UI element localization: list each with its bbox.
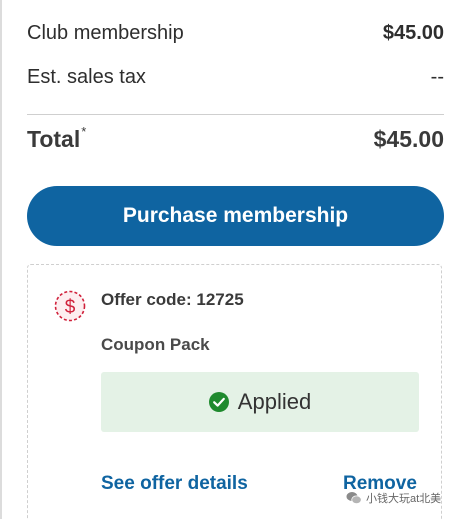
dollar-coupon-icon: $ [54,290,86,322]
svg-text:$: $ [65,297,76,318]
offer-code: Offer code: 12725 [101,290,244,309]
wechat-icon [346,492,362,505]
club-membership-price: $45.00 [382,22,444,44]
sales-tax-label: Est. sales tax [27,66,146,88]
summary-divider [27,114,444,115]
total-row: Total* $45.00 [27,124,444,153]
applied-status: Applied [101,372,419,432]
watermark: 小钱大玩at北美 [346,490,441,506]
panel-left-border [0,0,2,519]
total-price: $45.00 [373,126,444,152]
applied-status-text: Applied [237,389,312,414]
club-membership-label: Club membership [27,22,184,44]
total-footnote-marker: * [81,124,87,139]
watermark-text: 小钱大玩at北美 [366,493,442,505]
see-offer-details-link[interactable]: See offer details [101,473,248,495]
sales-tax-value: -- [430,66,444,88]
club-membership-row: Club membership $45.00 [27,22,444,45]
offer-name: Coupon Pack [101,335,210,354]
total-label-text: Total [27,126,81,152]
purchase-membership-button[interactable]: Purchase membership [27,186,444,246]
sales-tax-row: Est. sales tax -- [27,66,444,89]
checkout-panel: Club membership $45.00 Est. sales tax --… [0,0,467,519]
total-label: Total* [27,124,87,153]
check-circle-icon [208,392,229,412]
